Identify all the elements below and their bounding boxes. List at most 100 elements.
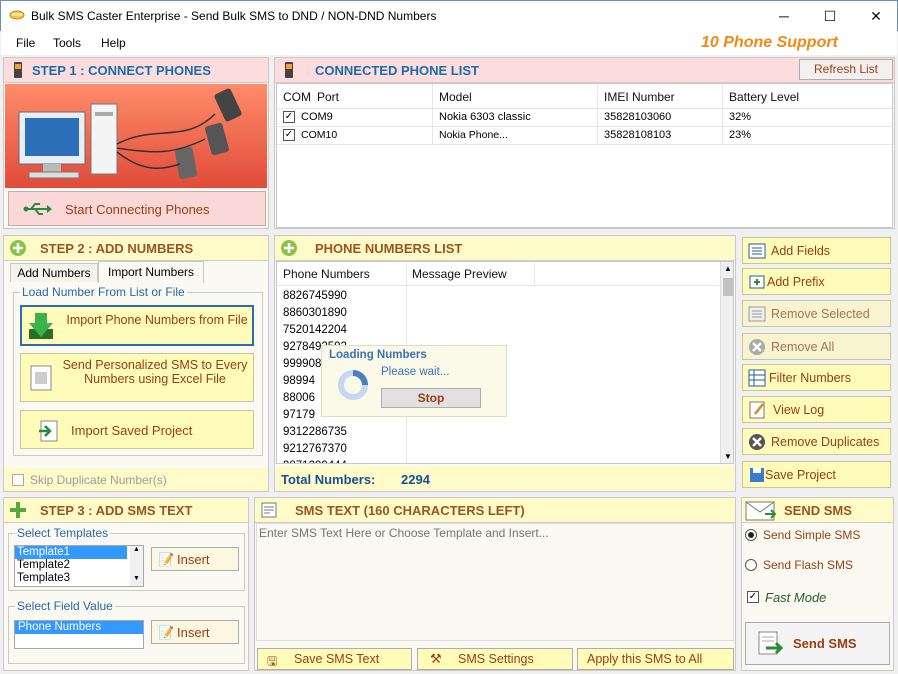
list-item[interactable]: 8860301890	[283, 307, 347, 319]
list-item[interactable]: 9312286735	[283, 426, 347, 438]
scroll-up-icon[interactable]: ▲	[724, 264, 732, 273]
load-numbers-legend: Load Number From List or File	[20, 285, 187, 299]
table-row[interactable]: ✓ COM9 Nokia 6303 classic 35828103060 32…	[277, 109, 892, 126]
apply-sms-label: Apply this SMS to All	[587, 652, 703, 666]
remove-selected-label: Remove Selected	[771, 307, 870, 321]
maximize-button[interactable]: ☐	[807, 1, 853, 31]
remove-all-button[interactable]: Remove All	[742, 333, 891, 360]
add-phone-icon	[281, 240, 297, 256]
skip-duplicate-label: Skip Duplicate Number(s)	[30, 473, 167, 487]
col-model: Model	[439, 90, 472, 104]
import-phone-numbers-button[interactable]: Import Phone Numbers from File	[20, 305, 254, 346]
add-prefix-button[interactable]: Add Prefix	[742, 268, 891, 295]
filter-icon	[748, 369, 766, 387]
col-imei: IMEI Number	[604, 90, 675, 104]
refresh-list-button[interactable]: Refresh List	[799, 59, 893, 80]
send-personalized-button[interactable]: Send Personalized SMS to Every Numbers u…	[20, 353, 254, 402]
list-item[interactable]: 7520142204	[283, 324, 347, 336]
list-item[interactable]: 9871299444	[283, 460, 347, 463]
send-sms-panel: SEND SMS Send Simple SMS Send Flash SMS …	[741, 497, 894, 671]
remove-duplicates-button[interactable]: Remove Duplicates	[742, 428, 891, 455]
insert-icon: 📝	[158, 625, 175, 640]
total-numbers-value: 2294	[401, 472, 430, 487]
field-value-listbox[interactable]: Phone Numbers	[14, 620, 144, 649]
list-item[interactable]: Phone Numbers	[15, 621, 143, 634]
phone-icon	[285, 62, 293, 78]
save-sms-text-button[interactable]: 🖫 Save SMS Text	[257, 648, 412, 670]
vertical-scrollbar[interactable]: ▲ ▼	[720, 262, 733, 463]
close-button[interactable]: ✕	[853, 1, 898, 31]
filter-numbers-button[interactable]: Filter Numbers	[742, 364, 891, 391]
loading-spinner-icon	[338, 370, 368, 400]
remove-selected-button[interactable]: Remove Selected	[742, 300, 891, 327]
send-personalized-label: Send Personalized SMS to Every Numbers u…	[62, 358, 248, 386]
templates-listbox[interactable]: Template1 Template2 Template3 ▲ ▼	[14, 545, 144, 587]
insert-template-button[interactable]: 📝 Insert	[151, 547, 239, 571]
send-sms-title: SEND SMS	[784, 503, 852, 518]
remove-selected-icon	[748, 306, 766, 322]
add-fields-button[interactable]: Add Fields	[742, 237, 891, 264]
import-phone-numbers-label: Import Phone Numbers from File	[66, 313, 248, 327]
loading-message: Please wait...	[381, 366, 450, 378]
skip-duplicate-checkbox[interactable]	[12, 474, 24, 486]
sms-settings-button[interactable]: ⚒ SMS Settings	[417, 648, 573, 670]
import-saved-project-button[interactable]: Import Saved Project	[20, 410, 254, 449]
menu-help[interactable]: Help	[101, 36, 126, 50]
note-icon	[261, 502, 277, 518]
step3-title: STEP 3 : ADD SMS TEXT	[40, 503, 193, 518]
app-icon	[9, 10, 25, 20]
list-item[interactable]: 8826745990	[283, 290, 347, 302]
list-item[interactable]: 9212767370	[283, 443, 347, 455]
sms-text-panel: SMS TEXT (160 CHARACTERS LEFT) 🖫 Save SM…	[254, 497, 736, 671]
apply-sms-all-button[interactable]: Apply this SMS to All	[577, 648, 734, 670]
add-prefix-icon	[749, 275, 765, 289]
insert-field-button[interactable]: 📝 Insert	[151, 620, 239, 644]
send-sms-label: Send SMS	[793, 636, 857, 651]
list-item[interactable]: 999908	[283, 358, 321, 370]
table-row[interactable]: ✓ COM10 Nokia Phone... 35828108103 23%	[277, 127, 892, 144]
col-com: COM	[283, 90, 311, 104]
computer-phones-illustration	[18, 88, 242, 179]
save-project-button[interactable]: Save Project	[742, 461, 891, 488]
list-item[interactable]: Template2	[15, 559, 143, 572]
scroll-down-icon[interactable]: ▼	[724, 452, 732, 461]
scroll-thumb[interactable]	[723, 278, 733, 296]
start-connecting-button[interactable]: Start Connecting Phones	[8, 191, 266, 226]
view-log-button[interactable]: View Log	[742, 396, 891, 423]
loading-title: Loading Numbers	[329, 349, 427, 361]
send-document-icon	[758, 631, 784, 655]
row-checkbox[interactable]: ✓	[283, 111, 295, 123]
menu-file[interactable]: File	[16, 36, 35, 50]
step1-panel: STEP 1 : CONNECT PHONES Start Connecting…	[3, 57, 269, 229]
tab-import-numbers[interactable]: Import Numbers	[98, 261, 204, 283]
list-item[interactable]: Template1	[15, 546, 127, 559]
send-flash-label: Send Flash SMS	[763, 558, 854, 572]
stop-button[interactable]: Stop	[381, 388, 481, 408]
model-cell: Nokia Phone...	[439, 129, 508, 141]
skip-duplicate-row: Skip Duplicate Number(s)	[5, 468, 267, 491]
menu-tools[interactable]: Tools	[53, 36, 81, 50]
phone-icon	[14, 62, 22, 78]
step1-header: STEP 1 : CONNECT PHONES	[4, 58, 268, 83]
model-cell: Nokia 6303 classic	[439, 111, 531, 123]
save-sms-label: Save SMS Text	[294, 652, 380, 666]
send-simple-radio[interactable]	[745, 529, 757, 541]
row-checkbox[interactable]: ✓	[283, 129, 295, 141]
battery-cell: 32%	[729, 111, 752, 123]
insert-template-label: Insert	[177, 552, 210, 567]
list-item[interactable]: 88006	[283, 392, 315, 404]
tab-add-numbers[interactable]: Add Numbers	[10, 263, 98, 282]
list-item[interactable]: Template3	[15, 572, 143, 585]
send-sms-button[interactable]: Send SMS	[745, 622, 890, 665]
minimize-button[interactable]: ─	[761, 1, 807, 31]
fast-mode-label: Fast Mode	[765, 590, 827, 605]
sms-text-input[interactable]	[256, 523, 734, 641]
list-item[interactable]: 97179	[283, 409, 315, 421]
total-numbers-bar: Total Numbers: 2294	[276, 466, 734, 490]
fast-mode-checkbox[interactable]: ✓	[747, 591, 759, 603]
port-cell: COM10	[301, 129, 338, 141]
list-item[interactable]: 98994	[283, 375, 315, 387]
templates-scrollbar[interactable]: ▲ ▼	[130, 546, 143, 586]
send-flash-radio[interactable]	[745, 559, 757, 571]
battery-cell: 23%	[729, 129, 752, 141]
